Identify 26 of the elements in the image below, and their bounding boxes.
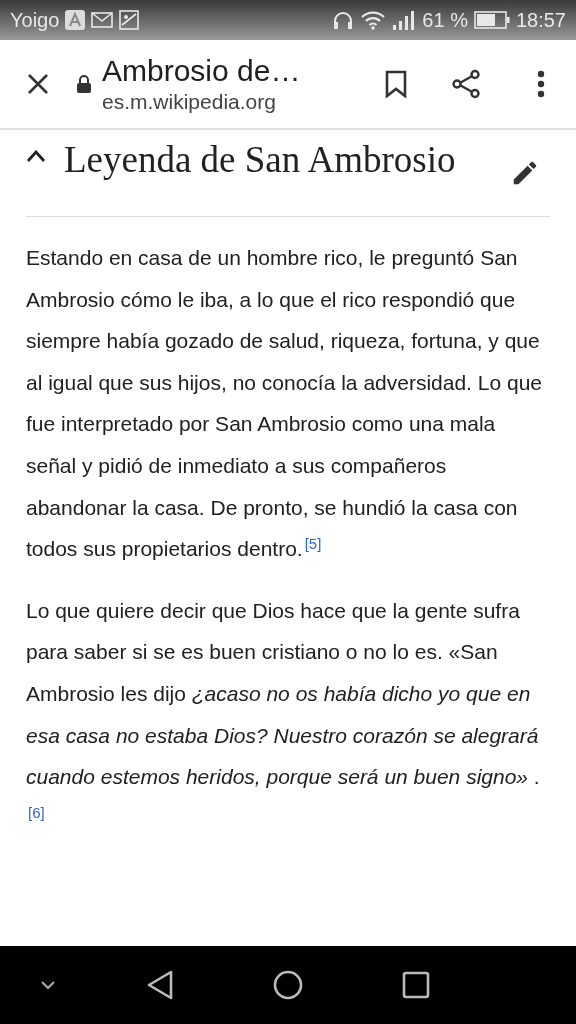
- chevron-down-icon: [40, 980, 56, 990]
- close-icon: [27, 73, 49, 95]
- reference-link[interactable]: [6]: [28, 804, 45, 822]
- image-icon: [119, 10, 140, 30]
- mail-icon: [91, 12, 114, 28]
- share-icon: [451, 69, 481, 99]
- lock-icon: [76, 74, 92, 94]
- bookmark-icon: [385, 70, 407, 98]
- signal-icon: [392, 10, 417, 30]
- page-title: Ambrosio de…: [102, 53, 302, 89]
- chevron-up-icon: [26, 150, 46, 162]
- home-icon: [273, 970, 303, 1000]
- recent-apps-icon: [402, 971, 430, 999]
- back-icon: [146, 970, 174, 1000]
- clock-time: 18:57: [515, 8, 566, 33]
- reference-link[interactable]: [5]: [304, 534, 322, 552]
- page-url: es.m.wikipedia.org: [102, 89, 277, 115]
- more-options-icon: [537, 70, 545, 98]
- carrier-name: Yoigo: [10, 8, 60, 33]
- headphones-icon: [332, 10, 355, 30]
- article-paragraph: Estando en casa de un hombre rico, le preguntó San Ambrosio cómo le iba, a lo que el rico respondió que siempre había gozado de salud, riqueza, fortuna, y que al igual que sus hijos, no conocía la adversidad. Lo que fue interpretado por San Ambrosio como una mala señal y pidió de inmediato a sus compañeros abandonar la casa. De pronto, se hundió la casa con todos sus propietarios dentro.$^{[5]}$: [26, 245, 544, 563]
- section-heading: Leyenda de San Ambrosio: [64, 138, 457, 182]
- app-notification-icon: [65, 10, 86, 30]
- wifi-icon: [360, 10, 387, 30]
- battery-percentage: 61 %: [422, 8, 468, 33]
- battery-icon: [473, 11, 510, 29]
